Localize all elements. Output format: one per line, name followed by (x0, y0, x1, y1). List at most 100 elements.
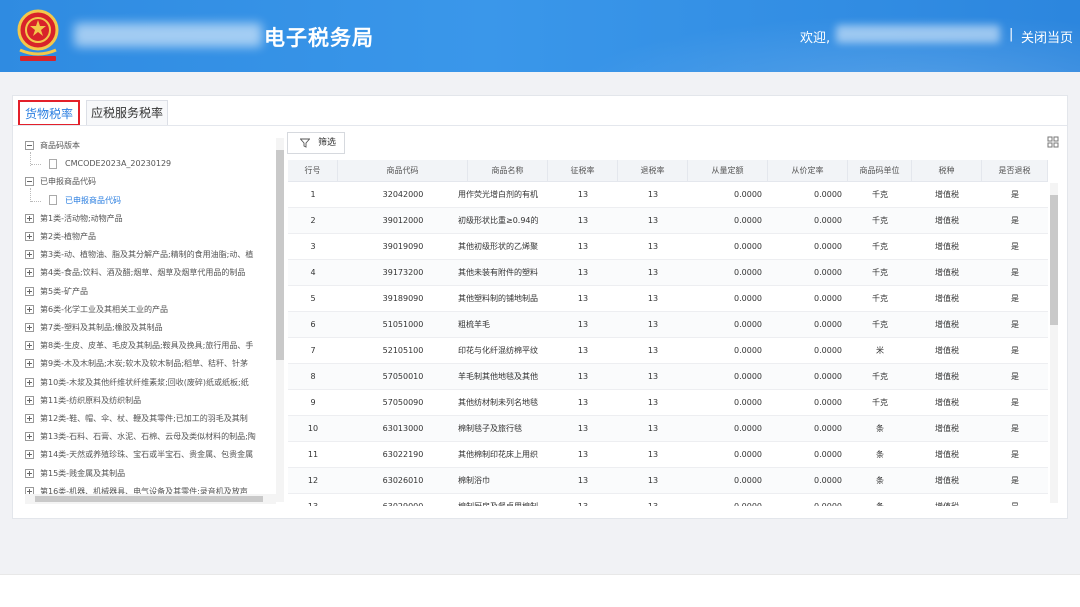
column-header[interactable]: 征税率 (548, 160, 618, 182)
expand-plus-icon[interactable] (25, 323, 34, 332)
column-header[interactable]: 从量定额 (688, 160, 768, 182)
table-row[interactable]: 1 32042000 用作荧光增白剂的有机 13 13 0.0000 0.0000 千克 增值税… (288, 182, 1048, 208)
table-cell: 是 (1011, 242, 1019, 251)
table-cell: 0.0000 (734, 398, 762, 407)
expand-plus-icon[interactable] (25, 432, 34, 442)
tree-node-label: 第7类-塑料及其制品;橡胶及其制品 (40, 323, 163, 332)
column-header[interactable]: 行号 (288, 160, 338, 182)
tree-node-label: 第13类-石料、石膏、水泥、石棉、云母及类似材料的制品;陶 (40, 432, 256, 442)
table-cell: 0.0000 (814, 320, 842, 329)
table-vertical-scrollbar[interactable] (1050, 183, 1058, 503)
footer-band (0, 574, 1080, 607)
tree-node[interactable]: 商品码版本 (25, 138, 80, 154)
table-cell: 增值税 (935, 320, 959, 329)
table-cell: 0.0000 (814, 268, 842, 277)
tree-node[interactable]: 第14类-天然或养殖珍珠、宝石或半宝石、贵金属、包贵金属 (25, 447, 253, 463)
table-cell: 63029000 (338, 494, 468, 506)
tree-node[interactable]: 第10类-木浆及其他纤维状纤维素浆;回收(废碎)纸或纸板;纸 (25, 375, 249, 391)
table-row[interactable]: 8 57050010 羊毛制其他地毯及其他 13 13 0.0000 0.0000 千克 增值税… (288, 364, 1048, 390)
expand-plus-icon[interactable] (25, 377, 34, 387)
table-row[interactable]: 2 39012000 初级形状比重≥0.94的 13 13 0.0000 0.0000 千克 增… (288, 208, 1048, 234)
collapse-minus-icon[interactable] (25, 177, 34, 187)
expand-plus-icon[interactable] (25, 450, 34, 460)
tree-node[interactable]: 第5类-矿产品 (25, 284, 88, 300)
column-header[interactable]: 商品名称 (468, 160, 548, 182)
expand-plus-icon[interactable] (25, 213, 34, 223)
table-cell: 0.0000 (814, 190, 842, 199)
column-header[interactable]: 税种 (912, 160, 982, 182)
table-row[interactable]: 5 39189090 其他塑料制的铺地制品 13 13 0.0000 0.0000 千克 增值税… (288, 286, 1048, 312)
tree-node[interactable]: 第8类-生皮、皮革、毛皮及其制品;鞍具及挽具;旅行用品、手 (25, 338, 253, 354)
tree-hscroll-thumb[interactable] (35, 496, 263, 502)
tree-node[interactable]: 第15类-贱金属及其制品 (25, 466, 125, 482)
column-settings-icon[interactable] (1047, 136, 1059, 148)
tree-node[interactable]: 第13类-石料、石膏、水泥、石棉、云母及类似材料的制品;陶 (25, 429, 256, 445)
table-cell: 8 (310, 372, 316, 381)
column-header[interactable]: 商品码单位 (848, 160, 912, 182)
expand-plus-icon[interactable] (25, 232, 34, 241)
tab-service-rate[interactable]: 应税服务税率 (86, 100, 168, 126)
expand-plus-icon[interactable] (25, 250, 34, 260)
close-page-link[interactable]: 关闭当页 (1021, 27, 1073, 46)
tree-node-label: 第4类-食品;饮料、酒及醋;烟草、烟草及烟草代用品的制品 (40, 268, 246, 278)
expand-plus-icon[interactable] (25, 395, 34, 405)
column-header[interactable]: 退税率 (618, 160, 688, 182)
expand-plus-icon[interactable] (25, 286, 34, 296)
table-row[interactable]: 10 63013000 棉制毯子及旅行毯 13 13 0.0000 0.0000 条 增值税 是 (288, 416, 1048, 442)
tree-node[interactable]: 第6类-化学工业及其相关工业的产品 (25, 302, 168, 318)
table-row[interactable]: 1363029000棉制厨房及餐桌用棉制13130.00000.0000条增值税… (288, 494, 1048, 506)
tree-connector (31, 200, 41, 202)
table-cell: 0.0000 (734, 476, 762, 485)
table-scroll-thumb[interactable] (1050, 195, 1058, 325)
table-cell: 13 (647, 476, 659, 485)
tab-goods-rate[interactable]: 货物税率 (18, 100, 80, 126)
tree-node[interactable]: CMCODE2023A_20230129 (31, 156, 172, 172)
filter-button[interactable]: 筛选 (287, 132, 345, 154)
tree-horizontal-scrollbar[interactable] (25, 494, 276, 504)
table-row[interactable]: 3 39019090 其他初级形状的乙烯聚 13 13 0.0000 0.0000 千克 增值税… (288, 234, 1048, 260)
tree-scroll-thumb[interactable] (276, 150, 284, 360)
table-cell: 千克 (872, 242, 888, 251)
tab-bar: 货物税率 应税服务税率 (13, 96, 1067, 126)
tree-vertical-scrollbar[interactable] (276, 138, 284, 502)
tree-node[interactable]: 第1类-活动物;动物产品 (25, 211, 123, 227)
expand-plus-icon[interactable] (25, 304, 34, 314)
collapse-minus-icon[interactable] (25, 141, 34, 150)
column-header[interactable]: 是否退税 (982, 160, 1048, 182)
tree-node[interactable]: 已申报商品代码 (25, 174, 96, 190)
tree-node[interactable]: 第4类-食品;饮料、酒及醋;烟草、烟草及烟草代用品的制品 (25, 265, 245, 281)
table-cell: 57050010 (382, 372, 424, 381)
table-cell: 13 (647, 268, 659, 277)
table-cell: 增值税 (935, 398, 959, 407)
tree-node[interactable]: 第11类-纺织原料及纺织制品 (25, 393, 141, 409)
table-cell: 千克 (872, 398, 888, 407)
tree-node[interactable]: 第3类-动、植物油、脂及其分解产品;精制的食用油脂;动、植 (25, 247, 253, 263)
expand-plus-icon[interactable] (25, 359, 34, 369)
table-cell: 13 (577, 398, 589, 407)
table-row[interactable]: 9 57050090 其他纺材制未列名地毯 13 13 0.0000 0.0000 千克 增值税… (288, 390, 1048, 416)
table-cell: 0.0000 (734, 320, 762, 329)
table-row[interactable]: 4 39173200 其他未装有附件的塑料 13 13 0.0000 0.0000 千克 增值税… (288, 260, 1048, 286)
table-row[interactable]: 11 63022190 其他棉制印花床上用织 13 13 0.0000 0.0000 条 增值税… (288, 442, 1048, 468)
expand-plus-icon[interactable] (25, 268, 34, 278)
table-row[interactable]: 12 63026010 棉制浴巾 13 13 0.0000 0.0000 条 增值税 是 (288, 468, 1048, 494)
tree-node[interactable]: 第2类-植物产品 (25, 229, 96, 245)
column-header[interactable]: 商品代码 (338, 160, 468, 182)
tree-node[interactable]: 第9类-木及木制品;木炭;软木及软木制品;稻草、秸秆、针茅 (25, 356, 248, 372)
expand-plus-icon[interactable] (25, 414, 34, 423)
expand-plus-icon[interactable] (25, 341, 34, 351)
table-row[interactable]: 7 52105100 印花与化纤混纺棉平纹 13 13 0.0000 0.0000 米 增值税 是 (288, 338, 1048, 364)
tree-node[interactable]: 第12类-鞋、帽、伞、杖、鞭及其零件;已加工的羽毛及其制 (25, 411, 248, 427)
table-cell: 是 (1011, 320, 1019, 329)
tree-node-label: CMCODE2023A_20230129 (65, 159, 172, 169)
expand-plus-icon[interactable] (25, 468, 34, 478)
table-row[interactable]: 6 51051000 粗梳羊毛 13 13 0.0000 0.0000 千克 增值税 是 (288, 312, 1048, 338)
table-cell: 11 (307, 450, 319, 459)
tree-node[interactable]: 第7类-塑料及其制品;橡胶及其制品 (25, 320, 163, 336)
tree-node-label: 第8类-生皮、皮革、毛皮及其制品;鞍具及挽具;旅行用品、手 (40, 341, 254, 351)
table-cell: 其他纺材制未列名地毯 (458, 398, 538, 407)
column-header[interactable]: 从价定率 (768, 160, 848, 182)
table-cell: 0.0000 (814, 450, 842, 459)
tree-node[interactable]: 已申报商品代码 (31, 193, 121, 209)
main-card: 货物税率 应税服务税率 商品码版本 CMCODE2023A_20230129 已申报… (12, 95, 1068, 519)
